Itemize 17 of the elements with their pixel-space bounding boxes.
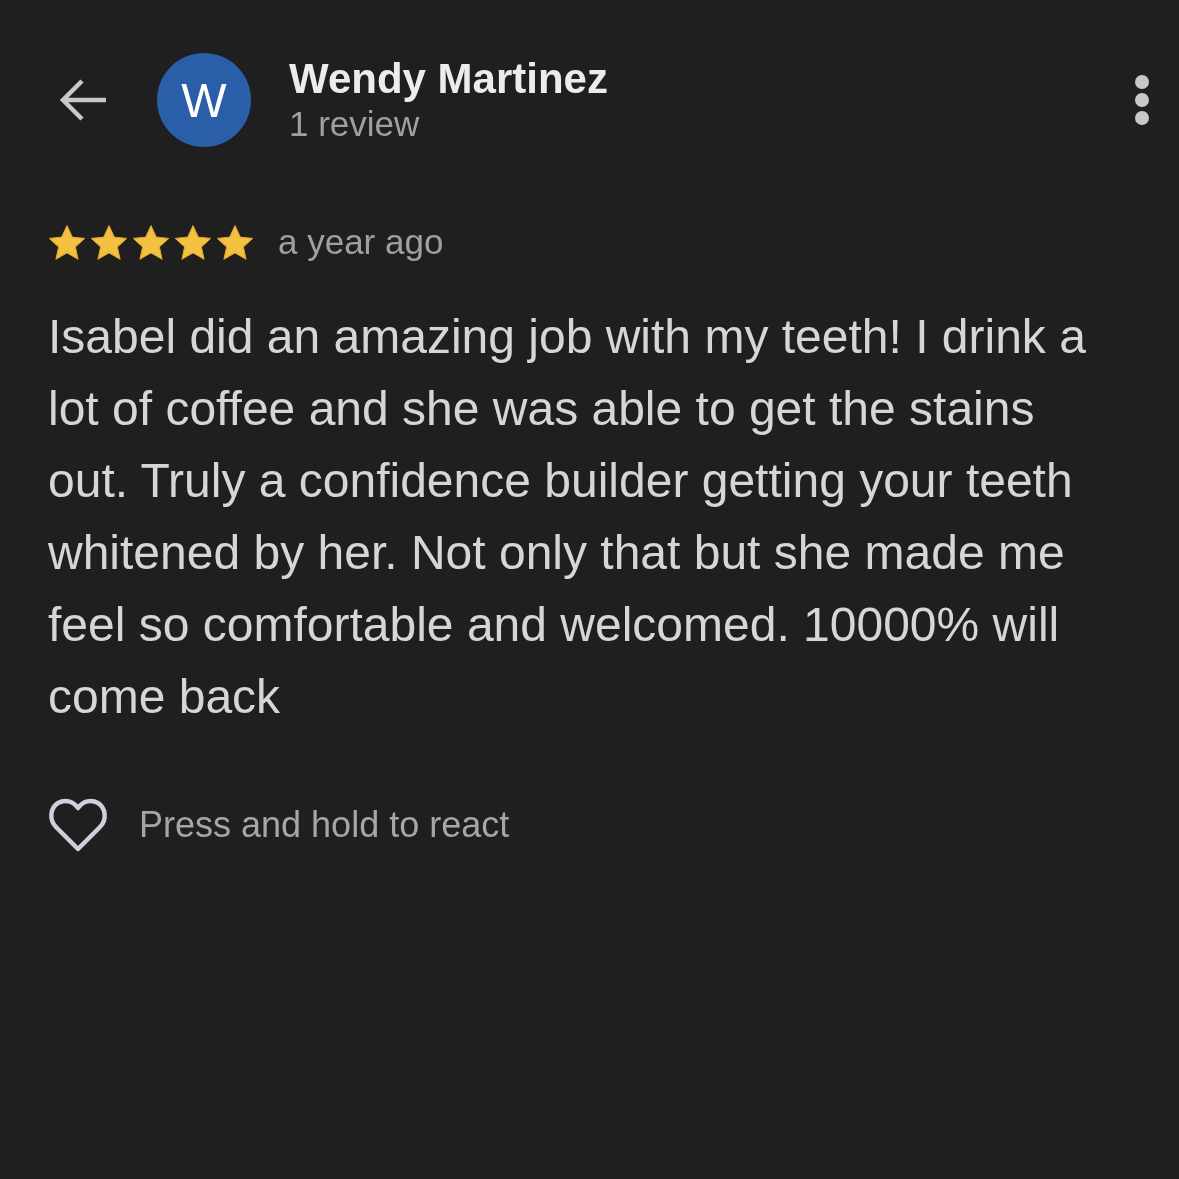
react-hint: Press and hold to react bbox=[139, 804, 510, 846]
review-text: Isabel did an amazing job with my teeth! I drink a lot of coffee and she was able to get the stains out. Truly a confidence builder getting your teeth whitened by her. Not only that but she made me feel so comfortable and welcomed. 10000% will come back bbox=[48, 309, 1087, 725]
reviewer-name: Wendy Martinez bbox=[289, 55, 609, 103]
more-options-button[interactable] bbox=[1134, 74, 1150, 126]
more-options-icon bbox=[1134, 74, 1150, 126]
review-count: 1 review bbox=[289, 103, 421, 145]
heart-icon bbox=[48, 797, 108, 853]
react-button[interactable] bbox=[48, 797, 108, 853]
back-button[interactable] bbox=[58, 78, 108, 122]
avatar-letter: W bbox=[157, 53, 251, 147]
star-icon bbox=[174, 223, 212, 261]
star-icon bbox=[132, 223, 170, 261]
star-icon bbox=[90, 223, 128, 261]
back-arrow-icon bbox=[58, 78, 108, 122]
star-icon bbox=[48, 223, 86, 261]
review-time: a year ago bbox=[278, 221, 444, 263]
star-icon bbox=[216, 223, 254, 261]
